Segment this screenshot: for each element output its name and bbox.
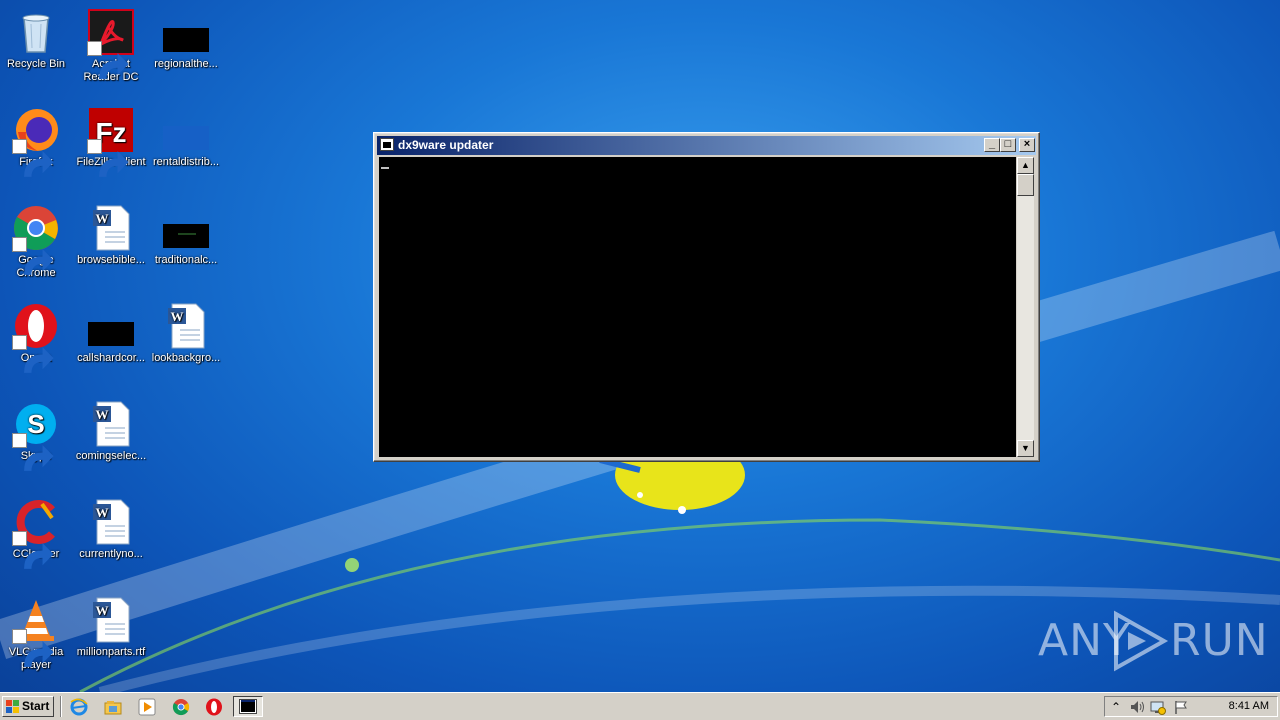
console-icon xyxy=(239,699,257,714)
show-hidden-icons-icon[interactable]: ⌃ xyxy=(1108,699,1124,715)
recycle-bin-icon xyxy=(12,8,60,56)
scroll-up-button[interactable]: ▲ xyxy=(1017,157,1034,174)
shortcut-arrow-icon xyxy=(12,237,54,275)
ccleaner-icon xyxy=(12,498,60,569)
internet-explorer-icon[interactable] xyxy=(70,698,88,716)
svg-text:W: W xyxy=(96,603,109,618)
desktop-icon-traditional[interactable]: traditionalc... xyxy=(148,204,224,267)
desktop-icon-label: traditionalc... xyxy=(154,254,218,266)
acrobat-icon xyxy=(87,8,135,79)
taskbar: Start ⌃ 8:41 AM xyxy=(0,692,1280,720)
desktop-icon-lookback[interactable]: W lookbackgro... xyxy=(148,302,224,365)
desktop-icon-label: Recycle Bin xyxy=(6,58,66,70)
console-window[interactable]: dx9ware updater _ □ × ▲ ▼ xyxy=(373,132,1040,462)
desktop-icon-label: callshardcor... xyxy=(77,352,145,364)
window-title-bar[interactable]: dx9ware updater _ □ × xyxy=(377,136,1036,155)
word-document-icon: W xyxy=(87,596,135,644)
black-thumbnail-icon xyxy=(162,8,210,56)
vlc-icon xyxy=(12,596,60,667)
desktop-icon-callshard[interactable]: callshardcor... xyxy=(73,302,149,365)
svg-text:W: W xyxy=(96,211,109,226)
media-player-icon[interactable] xyxy=(138,698,156,716)
word-document-icon: W xyxy=(162,302,210,350)
start-button[interactable]: Start xyxy=(2,696,54,717)
desktop-icon-label: comingselec... xyxy=(75,450,147,462)
desktop-icon-label: regionalthe... xyxy=(154,58,218,70)
opera-icon xyxy=(12,302,60,373)
desktop-icon-label: currentlyno... xyxy=(79,548,143,560)
minimize-button[interactable]: _ xyxy=(984,138,1000,152)
svg-text:W: W xyxy=(96,407,109,422)
start-label: Start xyxy=(22,699,50,713)
desktop-icon-skype[interactable]: S Skype xyxy=(0,400,74,471)
taskbar-button-dx9ware[interactable] xyxy=(233,696,263,717)
chrome-icon xyxy=(12,204,60,275)
clock[interactable]: 8:41 AM xyxy=(1229,697,1269,716)
maximize-button[interactable]: □ xyxy=(1000,138,1016,152)
blue-thumbnail-icon xyxy=(162,106,210,154)
shortcut-arrow-icon xyxy=(12,335,54,373)
desktop-icon-acrobat[interactable]: Acrobat Reader DC xyxy=(73,8,149,84)
chrome-icon[interactable] xyxy=(172,698,190,716)
desktop-icon-label: millionparts.rtf xyxy=(76,646,146,658)
vertical-scrollbar[interactable]: ▲ ▼ xyxy=(1017,157,1034,457)
action-center-flag-icon[interactable] xyxy=(1173,699,1189,715)
desktop-icon-label: browsebible... xyxy=(77,254,145,266)
desktop-icon-millionparts[interactable]: W millionparts.rtf xyxy=(73,596,149,659)
console-output[interactable] xyxy=(379,157,1016,457)
desktop-icon-filezilla[interactable]: Fz FileZilla Client xyxy=(73,106,149,177)
black-thumbnail-icon xyxy=(162,204,210,252)
word-document-icon: W xyxy=(87,498,135,546)
shortcut-arrow-icon xyxy=(87,41,129,79)
shortcut-arrow-icon xyxy=(87,139,129,177)
text-cursor xyxy=(381,167,389,169)
close-button[interactable]: × xyxy=(1019,138,1035,152)
volume-icon[interactable] xyxy=(1129,699,1145,715)
desktop-icon-ccleaner[interactable]: CCleaner xyxy=(0,498,74,569)
desktop-icon-firefox[interactable]: Firefox xyxy=(0,106,74,177)
word-document-icon: W xyxy=(87,204,135,252)
scroll-down-button[interactable]: ▼ xyxy=(1017,440,1034,457)
desktop-icon-label: rentaldistrib... xyxy=(152,156,220,168)
shortcut-arrow-icon xyxy=(12,433,54,471)
svg-text:W: W xyxy=(96,505,109,520)
explorer-icon[interactable] xyxy=(104,698,122,716)
shortcut-arrow-icon xyxy=(12,629,54,667)
shortcut-arrow-icon xyxy=(12,531,54,569)
black-thumbnail-icon xyxy=(87,302,135,350)
desktop-icon-opera[interactable]: Opera xyxy=(0,302,74,373)
desktop-icon-browsebible[interactable]: W browsebible... xyxy=(73,204,149,267)
desktop-icon-chrome[interactable]: Google Chrome xyxy=(0,204,74,280)
watermark-text-right: RUN xyxy=(1170,615,1269,666)
console-icon[interactable] xyxy=(380,138,394,151)
desktop-icon-recycle-bin[interactable]: Recycle Bin xyxy=(0,8,74,71)
window-title: dx9ware updater xyxy=(398,138,494,152)
filezilla-icon: Fz xyxy=(87,106,135,177)
desktop-icon-rental[interactable]: rentaldistrib... xyxy=(148,106,224,169)
play-logo-icon xyxy=(1114,610,1169,672)
svg-text:W: W xyxy=(171,309,184,324)
desktop-icon-currentlyno[interactable]: W currentlyno... xyxy=(73,498,149,561)
word-document-icon: W xyxy=(87,400,135,448)
anyrun-watermark: ANY RUN xyxy=(1038,608,1268,674)
desktop-icon-regional[interactable]: regionalthe... xyxy=(148,8,224,71)
skype-icon: S xyxy=(12,400,60,471)
opera-icon[interactable] xyxy=(205,698,223,716)
firefox-icon xyxy=(12,106,60,177)
network-icon[interactable] xyxy=(1150,699,1166,715)
system-tray: ⌃ 8:41 AM xyxy=(1104,696,1278,717)
taskbar-separator xyxy=(60,696,62,717)
desktop-icon-comingselec[interactable]: W comingselec... xyxy=(73,400,149,463)
scroll-thumb[interactable] xyxy=(1017,174,1034,196)
windows-logo-icon xyxy=(6,700,19,713)
shortcut-arrow-icon xyxy=(12,139,54,177)
desktop-icon-label: lookbackgro... xyxy=(151,352,221,364)
desktop-icon-vlc[interactable]: VLC media player xyxy=(0,596,74,672)
